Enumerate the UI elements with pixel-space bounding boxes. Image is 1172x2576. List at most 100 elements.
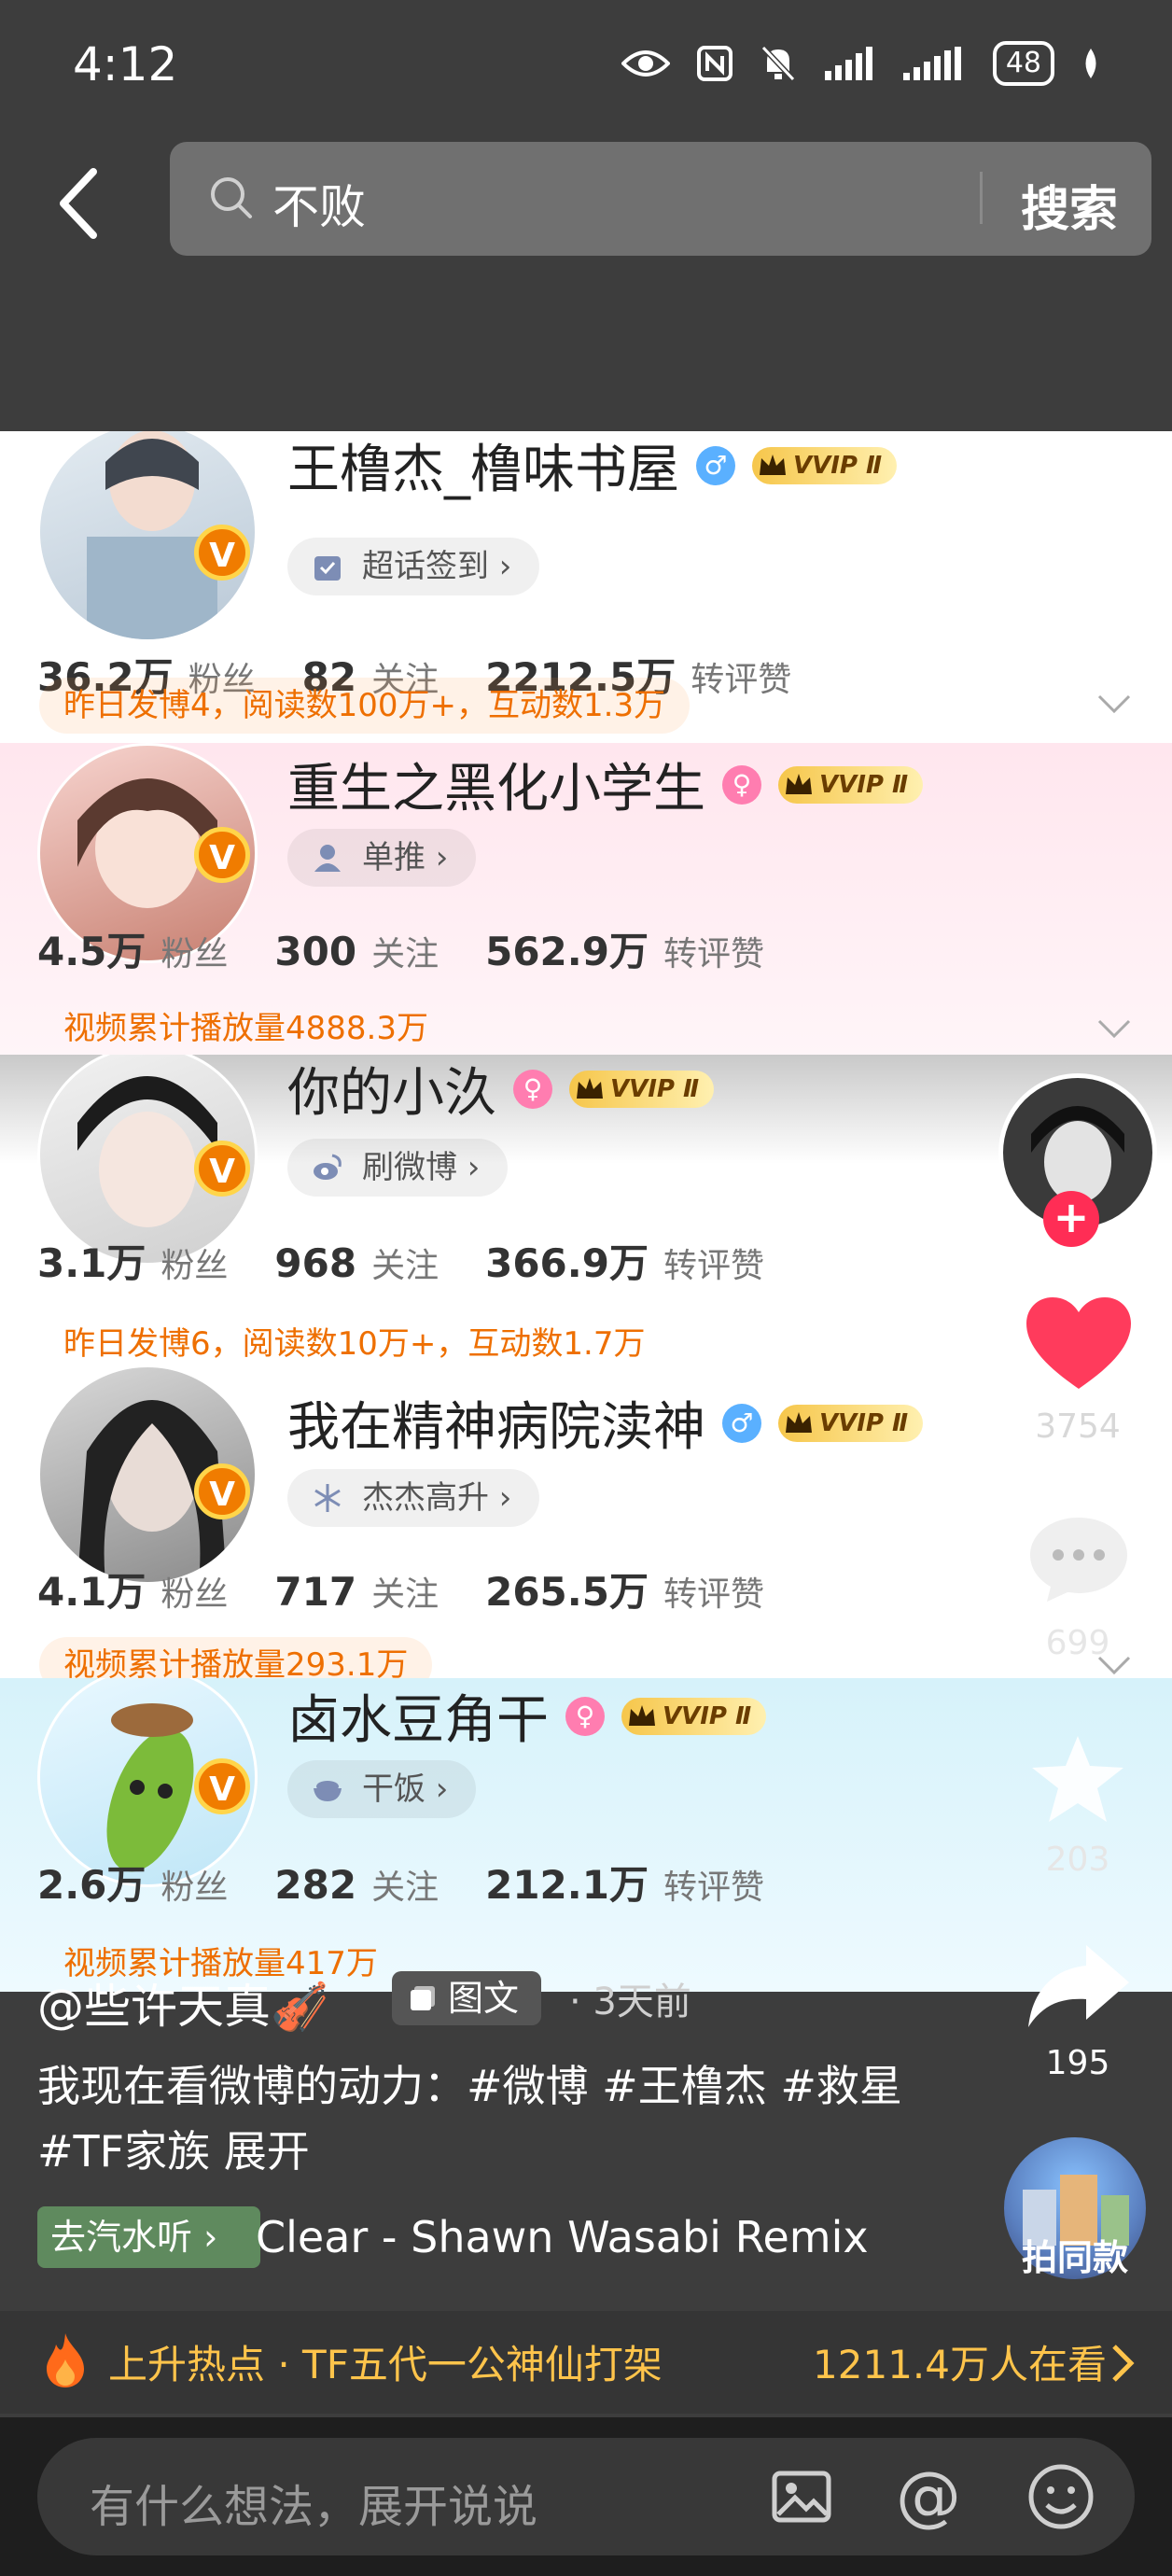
user-name-text: 重生之黑化小学生	[287, 759, 705, 819]
eye-icon	[621, 50, 670, 77]
crown-icon	[786, 773, 812, 794]
checkin-icon	[314, 556, 341, 581]
rice-bowl-icon	[314, 1781, 342, 1801]
search-icon	[211, 177, 252, 218]
user-card[interactable]: V 我在精神病院渎神 ♂ VVIP Ⅱ 杰杰高升 › 4.1万 粉丝 717 关注 …	[0, 1366, 1172, 1678]
user-name[interactable]: 卤水豆角干 ♀ VVIP Ⅱ	[287, 1678, 767, 1754]
stats-row: 4.5万 粉丝 300 关注 562.9万 转评赞	[37, 920, 811, 977]
post-type-badge: 图文	[392, 1971, 542, 2025]
search-input[interactable]: 不败	[272, 170, 366, 237]
tag-label: 单推	[362, 839, 426, 876]
activity-summary: 视频累计播放量4888.3万	[63, 1010, 428, 1047]
user-name-text: 卤水豆角干	[287, 1690, 549, 1751]
heart-icon[interactable]	[1025, 1295, 1133, 1393]
chevron-down-icon[interactable]	[1095, 685, 1133, 722]
author-name[interactable]: @些许天真🎻	[37, 1969, 328, 2037]
share-count: 195	[1045, 2044, 1110, 2082]
follow-count: 300	[274, 929, 357, 974]
vvip-label: VVIP Ⅱ	[819, 770, 909, 799]
mention-button[interactable]: @	[896, 2460, 961, 2531]
crown-icon	[629, 1704, 655, 1726]
activity-summary: 昨日发博6，阅读数10万+，互动数1.7万	[63, 1325, 646, 1363]
user-card[interactable]: V 你的小汣 ♀ VVIP Ⅱ 刷微博 › 3.1万 粉丝 968 关注 366.9…	[0, 1055, 1172, 1366]
chevron-right-icon[interactable]	[1107, 2343, 1138, 2384]
tag-label: 超话签到	[362, 548, 489, 585]
chevron-down-icon[interactable]	[1095, 1010, 1133, 1047]
comment-placeholder: 有什么想法，展开说说	[90, 2481, 538, 2533]
user-name[interactable]: 王橹杰_橹味书屋 ♂ VVIP Ⅱ	[287, 431, 898, 503]
music-source-label: 去汽水听	[50, 2217, 193, 2258]
signal-2-icon	[902, 47, 961, 80]
user-name[interactable]: 我在精神病院渎神 ♂ VVIP Ⅱ	[287, 1385, 924, 1461]
comment-input[interactable]: 有什么想法，展开说说 @	[37, 2438, 1135, 2555]
follow-label: 关注	[371, 1575, 440, 1614]
same-style-label[interactable]: 拍同款	[995, 2229, 1155, 2280]
verified-badge: V	[194, 1758, 250, 1814]
gender-icon: ♀	[722, 764, 761, 805]
follow-count: 282	[274, 1862, 357, 1908]
status-time: 4:12	[73, 37, 178, 91]
fans-label: 粉丝	[160, 1869, 229, 1907]
user-card[interactable]: V 王橹杰_橹味书屋 ♂ VVIP Ⅱ 超话签到 › 36.2万 粉丝 82 关注 …	[0, 431, 1172, 756]
interact-label: 转评赞	[663, 1247, 764, 1285]
vvip-badge: VVIP Ⅱ	[778, 765, 924, 804]
user-card[interactable]: V 卤水豆角干 ♀ VVIP Ⅱ 干饭 › 2.6万 粉丝 282 关注 212.1…	[0, 1678, 1172, 1992]
follow-button[interactable]: +	[1043, 1191, 1099, 1247]
music-title[interactable]: Clear - Shawn Wasabi Remix	[256, 2212, 869, 2262]
vvip-label: VVIP Ⅱ	[819, 1408, 909, 1437]
interact-count: 212.1万	[485, 1862, 649, 1908]
post-time: · 3天前	[569, 1981, 691, 2023]
status-bar: 4:12 48	[0, 0, 1172, 131]
gender-icon: ♂	[696, 445, 735, 485]
search-box[interactable]: 不败 搜索	[170, 142, 1151, 256]
search-button[interactable]: 搜索	[1021, 170, 1118, 240]
activity-summary: 视频累计播放量293.1万	[39, 1637, 433, 1678]
interact-label: 转评赞	[691, 661, 792, 699]
share-icon[interactable]	[1025, 1941, 1133, 2031]
fans-count: 2.6万	[37, 1862, 146, 1908]
gender-icon: ♂	[722, 1403, 761, 1443]
hot-viewers: 1211.4万人在看	[813, 2342, 1107, 2387]
verified-badge: V	[194, 1463, 250, 1519]
interact-count: 366.9万	[485, 1240, 649, 1286]
follow-label: 关注	[371, 935, 440, 973]
emoji-icon[interactable]	[1026, 2462, 1095, 2531]
follow-count: 968	[274, 1240, 357, 1286]
user-card[interactable]: V 重生之黑化小学生 ♀ VVIP Ⅱ 单推 › 4.5万 粉丝 300 关注 56…	[0, 743, 1172, 1055]
user-name[interactable]: 重生之黑化小学生 ♀ VVIP Ⅱ	[287, 747, 924, 822]
fans-label: 粉丝	[160, 1247, 229, 1285]
favorite-count: 203	[1045, 1841, 1110, 1879]
comment-count: 699	[1045, 1624, 1110, 1662]
star-icon[interactable]	[1028, 1732, 1127, 1826]
tag-chip[interactable]: 刷微博 ›	[287, 1139, 509, 1197]
user-name[interactable]: 你的小汣 ♀ VVIP Ⅱ	[287, 1055, 715, 1127]
post-type-label: 图文	[448, 1978, 520, 2019]
music-source-tag[interactable]: 去汽水听 ›	[37, 2206, 261, 2268]
vvip-label: VVIP Ⅱ	[663, 1701, 752, 1730]
vvip-badge: VVIP Ⅱ	[569, 1070, 715, 1108]
activity-summary: 昨日发博4，阅读数100万+，互动数1.3万	[39, 678, 691, 734]
hot-topic-text[interactable]: 上升热点 · TF五代一公神仙打架	[108, 2333, 663, 2390]
user-name-text: 你的小汣	[287, 1063, 496, 1124]
verified-badge: V	[194, 1141, 250, 1197]
comment-icon[interactable]	[1025, 1512, 1133, 1605]
stats-row: 4.1万 粉丝 717 关注 265.5万 转评赞	[37, 1561, 811, 1617]
interact-label: 转评赞	[663, 935, 764, 973]
back-arrow-icon[interactable]	[52, 166, 108, 241]
fire-icon	[47, 2333, 84, 2387]
tag-label: 刷微博	[362, 1149, 457, 1186]
stats-row: 3.1万 粉丝 968 关注 366.9万 转评赞	[37, 1232, 811, 1289]
tag-chip[interactable]: 单推 ›	[287, 829, 477, 887]
status-icons: 48	[621, 41, 1101, 86]
vvip-badge: VVIP Ⅱ	[621, 1697, 767, 1735]
person-icon	[314, 845, 341, 872]
verified-badge: V	[194, 827, 250, 883]
hot-topic-bar[interactable]: 上升热点 · TF五代一公神仙打架 1211.4万人在看	[0, 2311, 1172, 2414]
image-text-icon	[411, 1986, 435, 2010]
search-divider	[980, 172, 983, 224]
tag-chip[interactable]: 干饭 ›	[287, 1760, 477, 1818]
tag-chip[interactable]: 杰杰高升 ›	[287, 1469, 540, 1527]
post-caption[interactable]: 我现在看微博的动力：#微博 #王橹杰 #救星 #TF家族 展开	[37, 2053, 952, 2184]
image-icon[interactable]	[771, 2466, 832, 2527]
tag-chip[interactable]: 超话签到 ›	[287, 538, 540, 595]
